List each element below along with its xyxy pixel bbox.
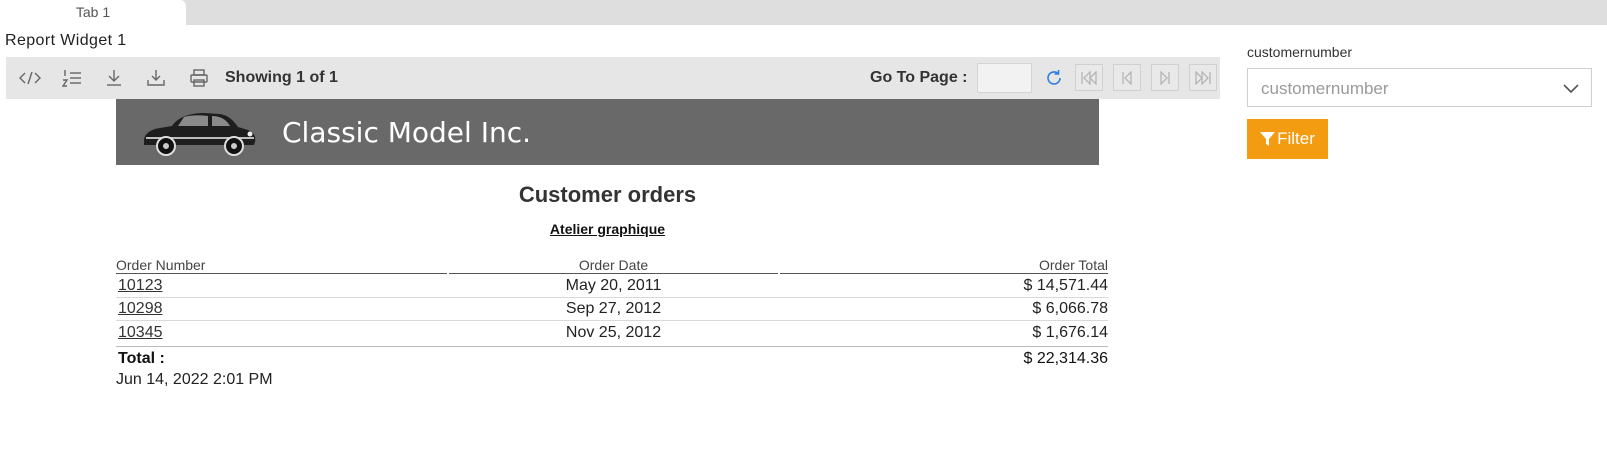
chevron-down-icon: [1563, 84, 1579, 94]
order-date: May 20, 2011: [565, 277, 662, 294]
order-total: $ 6,066.78: [1032, 300, 1108, 317]
order-number-link[interactable]: 10123: [118, 277, 163, 295]
total-label: Total :: [118, 350, 165, 367]
go-to-page-label: Go To Page :: [870, 69, 968, 86]
total-value: $ 22,314.36: [1023, 350, 1108, 367]
filter-button[interactable]: Filter: [1247, 119, 1328, 159]
funnel-icon: [1260, 131, 1276, 146]
customernumber-select[interactable]: customernumber: [1247, 68, 1592, 107]
order-number-link[interactable]: 10298: [118, 300, 163, 318]
filter-button-label: Filter: [1277, 129, 1315, 148]
company-name: Classic Model Inc.: [282, 116, 532, 149]
numbered-list-icon[interactable]: [60, 67, 84, 89]
report-toolbar: Showing 1 of 1 Go To Page :: [6, 57, 1220, 99]
page-status: Showing 1 of 1: [225, 69, 338, 86]
download-alt-icon[interactable]: [144, 67, 168, 89]
order-date: Nov 25, 2012: [565, 324, 662, 341]
order-date: Sep 27, 2012: [565, 300, 662, 317]
report-banner: Classic Model Inc.: [116, 99, 1099, 165]
go-to-page-input[interactable]: [977, 63, 1032, 93]
order-total: $ 14,571.44: [1023, 277, 1108, 294]
table-row: 10298 Sep 27, 2012 $ 6,066.78: [116, 298, 1108, 321]
next-page-icon[interactable]: [1151, 64, 1179, 91]
print-icon[interactable]: [187, 67, 211, 89]
order-number-link[interactable]: 10345: [118, 324, 163, 342]
column-header-order-number: Order Number: [116, 257, 447, 274]
download-icon[interactable]: [102, 67, 126, 89]
tab-1[interactable]: Tab 1: [0, 0, 186, 25]
total-row: Total : $ 22,314.36: [116, 346, 1108, 368]
table-row: 10123 May 20, 2011 $ 14,571.44: [116, 275, 1108, 298]
first-page-icon[interactable]: [1075, 64, 1103, 91]
refresh-icon[interactable]: [1042, 66, 1066, 90]
last-page-icon[interactable]: [1189, 64, 1217, 91]
column-header-order-total: Order Total: [780, 257, 1108, 274]
column-header-order-date: Order Date: [449, 257, 778, 274]
previous-page-icon[interactable]: [1113, 64, 1141, 91]
select-placeholder: customernumber: [1261, 79, 1389, 98]
filter-label: customernumber: [1247, 44, 1353, 60]
customer-name: Atelier graphique: [549, 221, 666, 237]
report-timestamp: Jun 14, 2022 2:01 PM: [116, 371, 273, 388]
table-row: 10345 Nov 25, 2012 $ 1,676.14: [116, 322, 1108, 345]
widget-title: Report Widget 1: [5, 32, 127, 49]
report-title: Customer orders: [518, 182, 697, 207]
tab-bar: Tab 1: [0, 0, 1607, 25]
vintage-car-logo: [144, 113, 256, 156]
code-icon[interactable]: [18, 67, 42, 89]
order-total: $ 1,676.14: [1032, 324, 1108, 341]
